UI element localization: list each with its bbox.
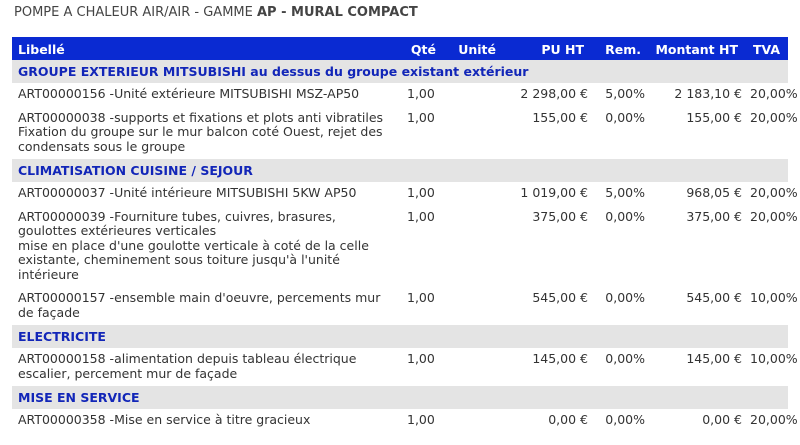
table-row: ART00000038 -supports et fixations et pl… [12, 106, 798, 159]
item-discount: 0,00% [592, 205, 649, 287]
item-label-line: ART00000157 -ensemble main d'oeuvre, per… [18, 290, 381, 305]
item-amount: 0,00 € [649, 409, 746, 433]
item-label-line: mise en place d'une goulotte verticale à… [18, 237, 369, 253]
item-unit-price: 545,00 € [504, 287, 592, 325]
item-label: ART00000037 -Unité intérieure MITSUBISHI… [12, 182, 397, 206]
item-amount: 145,00 € [649, 348, 746, 386]
item-discount: 0,00% [592, 287, 649, 325]
item-label-line: escalier, percement mur de façade [18, 365, 238, 381]
item-amount: 375,00 € [649, 205, 746, 287]
item-unit-price: 155,00 € [504, 106, 592, 159]
item-amount: 2 183,10 € [649, 83, 746, 107]
item-unit [444, 83, 504, 107]
section-title: CLIMATISATION CUISINE / SEJOUR [12, 159, 788, 182]
item-qty: 1,00 [397, 205, 444, 287]
table-row: ART00000039 -Fourniture tubes, cuivres, … [12, 205, 798, 287]
item-label-line: ART00000038 -supports et fixations et pl… [18, 109, 384, 125]
item-vat: 20,00% [746, 106, 798, 159]
item-label-line: Fixation du groupe sur le mur balcon cot… [18, 124, 383, 139]
item-label: ART00000358 -Mise en service à titre gra… [12, 409, 397, 433]
table-header-row: Libellé Qté Unité PU HT Rem. Montant HT … [12, 37, 788, 60]
quote-body: GROUPE EXTERIEUR MITSUBISHI au dessus du… [12, 60, 798, 433]
quote-table: Libellé Qté Unité PU HT Rem. Montant HT … [12, 37, 798, 433]
item-amount: 545,00 € [649, 287, 746, 325]
item-label-line: ART00000358 -Mise en service à titre gra… [18, 412, 311, 427]
item-label-line: ART00000037 -Unité intérieure MITSUBISHI… [18, 185, 357, 200]
section-row: MISE EN SERVICE [12, 386, 788, 409]
item-label-line: ART00000039 -Fourniture tubes, cuivres, … [18, 208, 336, 224]
item-unit-price: 0,00 € [504, 409, 592, 433]
column-header-label: Libellé [12, 37, 397, 60]
column-header-qty: Qté [397, 37, 444, 60]
table-row: ART00000358 -Mise en service à titre gra… [12, 409, 798, 433]
item-unit-price: 2 298,00 € [504, 83, 592, 107]
item-discount: 5,00% [592, 182, 649, 206]
item-label: ART00000157 -ensemble main d'oeuvre, per… [12, 287, 397, 325]
section-row: CLIMATISATION CUISINE / SEJOUR [12, 159, 788, 182]
table-row: ART00000158 -alimentation depuis tableau… [12, 348, 798, 386]
column-header-unit-price: PU HT [504, 37, 592, 60]
item-label: ART00000038 -supports et fixations et pl… [12, 106, 397, 159]
item-vat: 20,00% [746, 205, 798, 287]
item-label-line: de façade [18, 304, 80, 320]
item-label-line: ART00000156 -Unité extérieure MITSUBISHI… [18, 86, 360, 101]
document-title: POMPE A CHALEUR AIR/AIR - GAMME AP - MUR… [14, 5, 418, 20]
section-row: ELECTRICITE [12, 325, 788, 348]
item-label: ART00000158 -alimentation depuis tableau… [12, 348, 397, 386]
column-header-discount: Rem. [592, 37, 649, 60]
item-label-line: goulottes extérieures verticales [18, 223, 217, 238]
item-unit [444, 409, 504, 433]
section-title: MISE EN SERVICE [12, 386, 788, 409]
item-amount: 155,00 € [649, 106, 746, 159]
item-qty: 1,00 [397, 348, 444, 386]
document-title-prefix: POMPE A CHALEUR AIR/AIR - GAMME [14, 5, 257, 20]
item-discount: 0,00% [592, 348, 649, 386]
column-header-unit: Unité [444, 37, 504, 60]
item-unit [444, 287, 504, 325]
item-label-line: existante, cheminement sous toiture jusq… [18, 252, 340, 267]
item-unit-price: 375,00 € [504, 205, 592, 287]
item-unit [444, 182, 504, 206]
column-header-amount: Montant HT [649, 37, 746, 60]
section-row: GROUPE EXTERIEUR MITSUBISHI au dessus du… [12, 60, 788, 83]
item-vat: 20,00% [746, 182, 798, 206]
item-qty: 1,00 [397, 106, 444, 159]
table-row: ART00000037 -Unité intérieure MITSUBISHI… [12, 182, 798, 206]
item-label-line: condensats sous le groupe [18, 138, 186, 154]
column-header-vat: TVA [746, 37, 788, 60]
item-unit [444, 348, 504, 386]
item-label-line: intérieure [18, 266, 79, 282]
section-title: ELECTRICITE [12, 325, 788, 348]
document-title-emphasis: AP - MURAL COMPACT [256, 5, 418, 20]
item-vat: 10,00% [746, 287, 798, 325]
table-row: ART00000157 -ensemble main d'oeuvre, per… [12, 287, 798, 325]
item-qty: 1,00 [397, 182, 444, 206]
item-discount: 5,00% [592, 83, 649, 107]
item-discount: 0,00% [592, 106, 649, 159]
item-label-line: ART00000158 -alimentation depuis tableau… [18, 351, 357, 366]
item-qty: 1,00 [397, 83, 444, 107]
item-vat: 20,00% [746, 409, 798, 433]
item-label: ART00000156 -Unité extérieure MITSUBISHI… [12, 83, 397, 107]
item-unit-price: 1 019,00 € [504, 182, 592, 206]
item-unit [444, 106, 504, 159]
item-discount: 0,00% [592, 409, 649, 433]
table-row: ART00000156 -Unité extérieure MITSUBISHI… [12, 83, 798, 107]
item-amount: 968,05 € [649, 182, 746, 206]
item-qty: 1,00 [397, 409, 444, 433]
item-vat: 10,00% [746, 348, 798, 386]
item-label: ART00000039 -Fourniture tubes, cuivres, … [12, 205, 397, 287]
item-vat: 20,00% [746, 83, 798, 107]
item-unit-price: 145,00 € [504, 348, 592, 386]
item-qty: 1,00 [397, 287, 444, 325]
section-title: GROUPE EXTERIEUR MITSUBISHI au dessus du… [12, 60, 788, 83]
item-unit [444, 205, 504, 287]
